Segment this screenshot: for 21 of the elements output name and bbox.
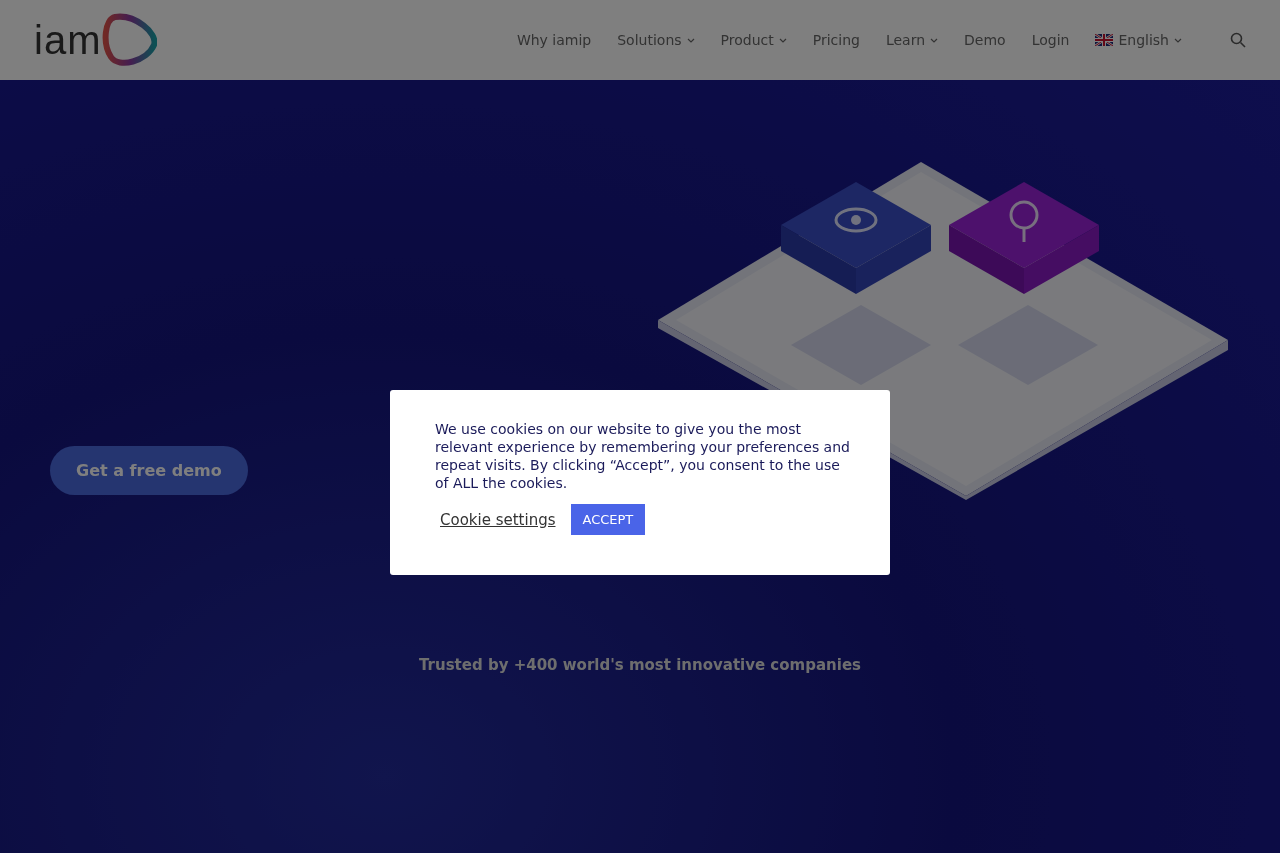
logo-ring-icon xyxy=(101,13,158,67)
nav-link[interactable]: Login xyxy=(1031,32,1070,48)
flag-icon xyxy=(1095,34,1114,46)
nav-link[interactable]: Product xyxy=(720,32,787,48)
nav-link[interactable]: Why iamip xyxy=(516,32,592,48)
caret-icon xyxy=(778,37,787,43)
logo-text: iam xyxy=(34,17,102,63)
caret-icon xyxy=(930,37,939,43)
search-icon[interactable] xyxy=(1230,32,1246,48)
nav-link[interactable]: Pricing xyxy=(812,32,860,48)
demo-button[interactable]: Get a free demo xyxy=(50,446,248,495)
accept-button[interactable]: ACCEPT xyxy=(570,504,646,535)
nav-link[interactable]: Solutions xyxy=(617,32,695,48)
nav-link[interactable]: Learn xyxy=(885,32,939,48)
nav-link[interactable]: Demo xyxy=(964,32,1006,48)
caret-icon xyxy=(1174,37,1182,43)
cookie-message: We use cookies on our website to give you the most relevant experience by remembering your preferences and repeat visits. By clicking “Accept”, you consent to the use of ALL the cookies. xyxy=(435,420,850,492)
language-selector[interactable]: English xyxy=(1095,32,1182,48)
trusted-by-text: Trusted by +400 world's most innovative companies xyxy=(419,656,861,674)
caret-icon xyxy=(686,37,695,43)
cookie-settings-link[interactable]: Cookie settings xyxy=(440,510,556,529)
